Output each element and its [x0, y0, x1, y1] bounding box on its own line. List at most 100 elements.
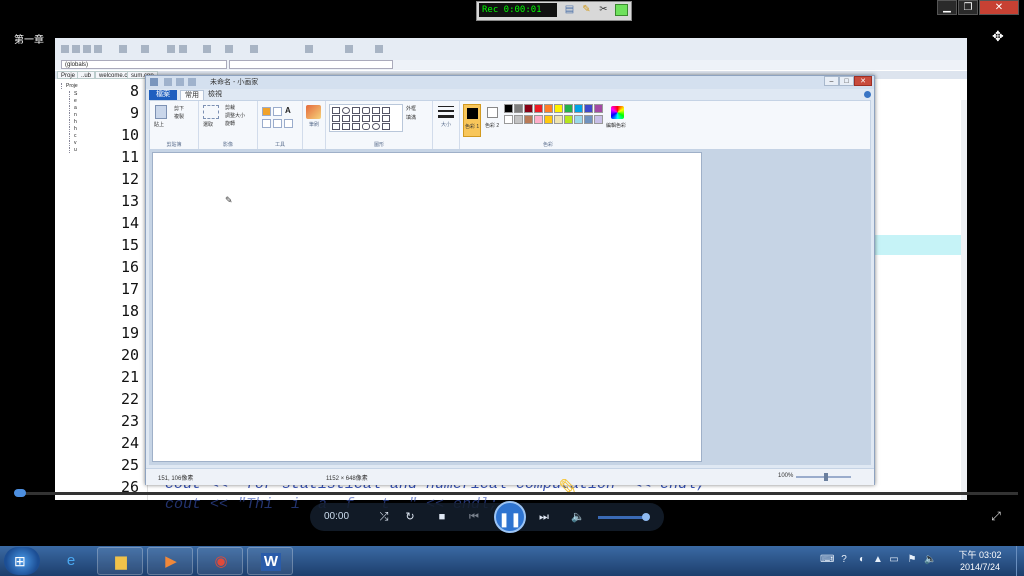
stop-icon[interactable]: ■	[434, 509, 450, 525]
callout-icon[interactable]	[362, 123, 370, 130]
color2-button[interactable]: 色彩 2	[484, 104, 502, 137]
resize-button[interactable]: 調整大小	[225, 112, 245, 119]
shapes-gallery[interactable]	[329, 104, 403, 132]
symbol-combo[interactable]	[229, 60, 393, 69]
tree-item[interactable]: a	[69, 105, 91, 111]
palette-swatch[interactable]	[564, 115, 573, 124]
tab-ub[interactable]: ..ub	[77, 71, 96, 79]
check-icon[interactable]	[305, 45, 313, 53]
palette-swatch[interactable]	[504, 104, 513, 113]
palette-swatch[interactable]	[554, 104, 563, 113]
editor-scrollbar[interactable]	[961, 100, 967, 500]
network-icon[interactable]: ▭	[888, 554, 900, 566]
next-icon[interactable]: ⏭	[536, 509, 552, 525]
taskbar-explorer[interactable]: ▆	[97, 547, 143, 575]
size-line-icon[interactable]	[438, 110, 454, 112]
outline-button[interactable]: 外框	[406, 105, 416, 112]
speaker-icon[interactable]: 🔈	[924, 554, 936, 566]
help-icon[interactable]: ?	[838, 554, 850, 566]
file-menu-button[interactable]: 檔案	[149, 90, 177, 100]
move-icon[interactable]: ✥	[992, 28, 1004, 45]
tree-item[interactable]: u	[69, 147, 91, 153]
rounded-rect-icon[interactable]	[362, 107, 370, 114]
shuffle-icon[interactable]: ⤮	[376, 509, 392, 525]
drawing-canvas[interactable]: ✎	[152, 152, 702, 462]
print-icon[interactable]	[119, 45, 127, 53]
triangle-icon[interactable]	[382, 107, 390, 114]
brush-icon[interactable]	[306, 105, 321, 119]
palette-swatch[interactable]	[524, 115, 533, 124]
palette-swatch[interactable]	[544, 115, 553, 124]
select-button[interactable]: 選取	[203, 121, 213, 128]
tab-view[interactable]: 檢視	[204, 90, 226, 100]
close-button[interactable]: ✕	[979, 0, 1019, 15]
magnifier-icon[interactable]	[284, 119, 293, 128]
paste-label[interactable]: 貼上	[154, 121, 164, 128]
paste-icon[interactable]	[155, 105, 167, 119]
rectangle-shape-icon[interactable]	[352, 107, 360, 114]
save-all-icon[interactable]	[94, 45, 102, 53]
taskbar-chrome[interactable]: ◉	[197, 547, 243, 575]
arrow-right-icon[interactable]	[362, 115, 370, 122]
palette-swatch[interactable]	[544, 104, 553, 113]
pause-button[interactable]: ❚❚	[494, 501, 526, 533]
crop-button[interactable]: 剪裁	[225, 104, 235, 111]
eraser-tool-icon[interactable]	[262, 119, 271, 128]
brushes-label[interactable]: 筆刷	[303, 121, 325, 128]
zoom-slider-thumb[interactable]	[824, 473, 828, 481]
palette-swatch[interactable]	[514, 104, 523, 113]
repeat-icon[interactable]: ↻	[402, 509, 418, 525]
open-icon[interactable]	[72, 45, 80, 53]
tree-item[interactable]: S	[69, 91, 91, 97]
fill-tool-icon[interactable]	[273, 107, 282, 116]
flag-icon[interactable]: ⚑	[906, 554, 918, 566]
star-six-icon[interactable]	[352, 123, 360, 130]
paint-titlebar[interactable]: 未命名 - 小画家 – □ ✕	[146, 76, 874, 89]
palette-swatch[interactable]	[524, 104, 533, 113]
paint-minimize-button[interactable]: –	[824, 76, 839, 86]
star-four-icon[interactable]	[332, 123, 340, 130]
polygon-icon[interactable]	[372, 107, 380, 114]
cut-button[interactable]: 剪下	[174, 105, 184, 112]
tree-item[interactable]: h	[69, 126, 91, 132]
clock[interactable]: 下午 03:02 2014/7/24	[950, 549, 1010, 573]
seek-bar[interactable]	[18, 492, 1018, 495]
volume-slider[interactable]	[598, 516, 648, 519]
scope-combo[interactable]: (globals)	[61, 60, 227, 69]
tree-item[interactable]: v	[69, 140, 91, 146]
tree-item[interactable]: n	[69, 112, 91, 118]
paint-close-button[interactable]: ✕	[854, 76, 872, 86]
note-icon[interactable]: ▤	[563, 4, 576, 16]
save-icon[interactable]	[164, 78, 172, 86]
star-five-icon[interactable]	[342, 123, 350, 130]
palette-swatch[interactable]	[574, 115, 583, 124]
minimize-button[interactable]: ▁	[937, 0, 957, 15]
arrow-left-icon[interactable]	[372, 115, 380, 122]
tree-item[interactable]: e	[69, 98, 91, 104]
palette-swatch[interactable]	[594, 104, 603, 113]
cloud-callout-icon[interactable]	[372, 123, 380, 130]
heart-icon[interactable]	[382, 123, 390, 130]
pencil-icon[interactable]: ✎	[580, 4, 593, 16]
start-button[interactable]: ⊞	[4, 547, 40, 575]
previous-icon[interactable]: ⏮	[466, 509, 482, 525]
palette-swatch[interactable]	[574, 104, 583, 113]
arrow-up-icon[interactable]	[382, 115, 390, 122]
diamond-icon[interactable]	[332, 115, 340, 122]
size-label[interactable]: 大小	[433, 121, 459, 128]
taskbar-word[interactable]: W	[247, 547, 293, 575]
palette-swatch[interactable]	[584, 104, 593, 113]
new-file-icon[interactable]	[61, 45, 69, 53]
compile-icon[interactable]	[203, 45, 211, 53]
replace-icon[interactable]	[179, 45, 187, 53]
scissors-icon[interactable]: ✂	[597, 4, 610, 16]
select-icon[interactable]	[203, 105, 219, 119]
paint-maximize-button[interactable]: □	[839, 76, 854, 86]
tab-home[interactable]: 常用	[180, 90, 204, 100]
redo-icon[interactable]	[188, 78, 196, 86]
find-icon[interactable]	[167, 45, 175, 53]
rotate-button[interactable]: 旋轉	[225, 120, 235, 127]
show-desktop-button[interactable]	[1016, 546, 1024, 576]
debug-icon[interactable]	[250, 45, 258, 53]
tree-item[interactable]: Proje	[61, 83, 91, 89]
